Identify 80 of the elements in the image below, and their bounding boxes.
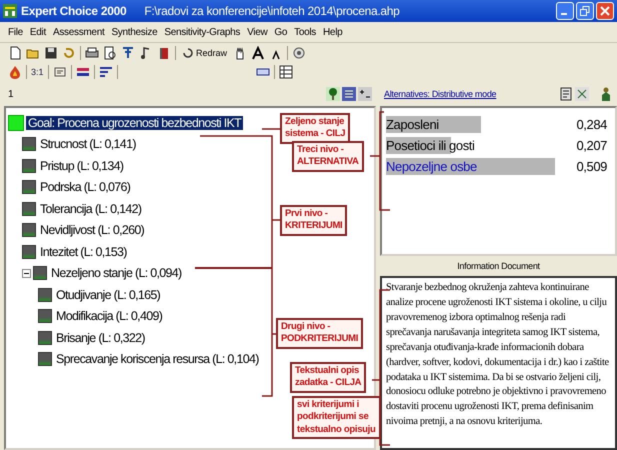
node-icon [38, 309, 52, 324]
node-icon [22, 202, 36, 216]
alternatives-mode-link[interactable]: Alternatives: Distributive mode [384, 89, 496, 99]
refresh-icon [182, 46, 194, 58]
node-icon [22, 137, 36, 152]
close-button[interactable] [596, 2, 614, 20]
file-path: F:\radovi za konferencije\infoteh 2014\procena.ahp [144, 4, 400, 18]
node-icon [38, 330, 52, 345]
section-title: Information Document [456, 260, 541, 273]
tree-node[interactable]: Nevidljivost (L: 0,260) [38, 223, 146, 238]
tree-view-icon[interactable] [326, 87, 340, 101]
restore-icon [580, 6, 590, 16]
pane-number: 1 [8, 88, 14, 100]
node-icon [38, 352, 52, 366]
close-icon [600, 6, 610, 16]
node-icon [22, 180, 36, 194]
node-icon [22, 244, 36, 259]
information-text: Stvaranje bezbednog okruženja zahteva kontinuirane analize procene ugroženosti IKT sistema i okoline, u cilju pravovremenog izbora optimalnog rešenja radi sprečavanja narušavanja integriteta samog IKT sistema, sprečavanja otuđivanja-krađe informacionih dobara (hardver, softver, kodovi, dokumentacija i dr.) kao i zaštite podataka u IKT sistemima. Da bi se ostvario željeni cilj, donosiocu odluke potrebno je objektivno i pravovremeno dostaviti procenu ugroženosti IKT, prema definisanim nivoima pretnji, a na osnovu kriterijuma. [380, 276, 617, 450]
flame-icon[interactable] [8, 64, 22, 78]
goal-icon [8, 114, 24, 131]
tree-node[interactable]: Intezitet (L: 0,153) [38, 244, 129, 259]
menu-item[interactable]: Assessment [52, 26, 104, 38]
tree-chart-icon[interactable] [121, 46, 135, 60]
new-file-icon[interactable] [8, 46, 22, 60]
annotation-callout: Tekstualni opis zadatka - CILJA [290, 362, 366, 393]
tree-node[interactable]: Tolerancija (L: 0,142) [38, 202, 144, 216]
sort-icon[interactable] [98, 64, 113, 78]
tree-node[interactable]: Strucnost (L: 0,141) [38, 137, 138, 152]
menu-item[interactable]: Sensitivity-Graphs [164, 26, 240, 38]
menu-item[interactable]: File [8, 26, 23, 38]
node-icon [33, 266, 47, 280]
tree-node[interactable]: Modifikacija (L: 0,409) [54, 309, 164, 324]
list-view-icon[interactable] [342, 87, 356, 101]
menu-item[interactable]: Go [274, 26, 288, 38]
annotation-callout: svi kriterijumi i podkriterijumi se tekstualno opisuju [292, 396, 381, 440]
tree-node[interactable]: Pristup (L: 0,134) [38, 158, 126, 173]
tree-node[interactable]: Podrska (L: 0,076) [38, 180, 132, 194]
alternative-name[interactable]: Zaposleni [386, 117, 439, 132]
app-icon [3, 4, 17, 18]
priority-value: 0,207 [576, 138, 608, 153]
priority-value: 0,509 [576, 159, 608, 174]
person-icon[interactable] [599, 87, 613, 101]
annotation-callout: Drugi nivo - PODKRITERIJUMI [276, 318, 364, 349]
window-title: Expert Choice 2000 [21, 4, 126, 18]
node-icon [38, 288, 52, 302]
save-icon[interactable] [44, 46, 58, 60]
report-icon[interactable] [559, 87, 573, 101]
alternative-name[interactable]: Posetioci ili gosti [386, 138, 474, 153]
menu-item[interactable]: Help [323, 26, 342, 38]
redraw-button[interactable]: Redraw [180, 46, 230, 58]
book-icon[interactable] [157, 46, 171, 60]
preview-icon[interactable] [103, 46, 117, 60]
node-icon [22, 158, 36, 173]
print-icon[interactable] [85, 46, 99, 60]
font-larger-icon[interactable] [251, 46, 266, 60]
alternative-name[interactable]: Nepozeljne osbe [386, 159, 477, 174]
expand-collapse-icon[interactable] [358, 87, 372, 101]
goal-node[interactable]: Goal: Procena ugrozenosti bezbednosti IKT [26, 116, 244, 130]
menu-item[interactable]: View [247, 26, 268, 38]
priority-value: 0,284 [576, 117, 608, 132]
annotation-callout: Treci nivo - ALTERNATIVA [292, 141, 364, 172]
tree-node[interactable]: Otudjivanje (L: 0,165) [54, 288, 162, 302]
tree-node[interactable]: Nezeljeno stanje (L: 0,094) [49, 266, 184, 280]
menu-item[interactable]: Tools [294, 26, 316, 38]
collapse-toggle[interactable] [22, 268, 31, 278]
minimize-button[interactable] [556, 2, 574, 20]
tree-node[interactable]: Brisanje (L: 0,322) [54, 330, 147, 345]
annotation-callout: Prvi nivo - KRITERIJUMI [280, 205, 348, 236]
help-icon[interactable] [292, 46, 306, 60]
node-icon [22, 223, 36, 238]
ratio-label[interactable]: 3:1 [31, 66, 44, 76]
annotation-callout: Zeljeno stanje sistema - CILJ [280, 113, 350, 144]
grid-icon[interactable] [278, 64, 293, 78]
menu-item[interactable]: Synthesize [111, 26, 158, 38]
tree-node[interactable]: Sprecavanje koriscenja resursa (L: 0,104) [54, 352, 261, 366]
restore-button[interactable] [576, 2, 594, 20]
menu-item[interactable]: Edit [30, 26, 46, 38]
leader-line [262, 128, 280, 130]
minus-icon [24, 272, 29, 274]
text-icon[interactable] [52, 64, 67, 78]
